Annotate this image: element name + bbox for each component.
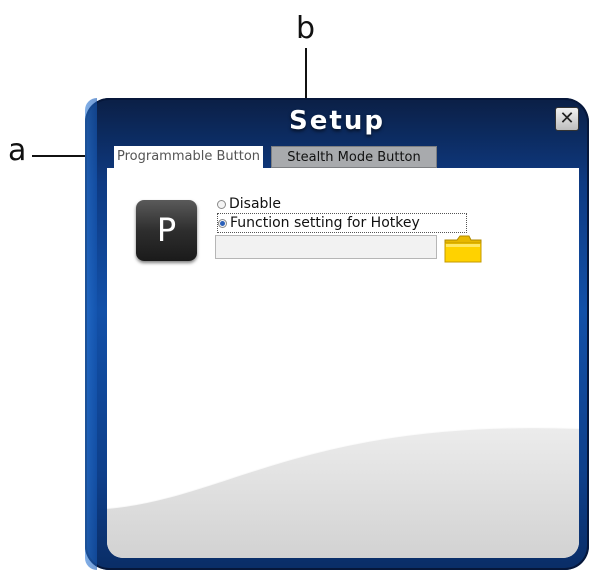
close-button[interactable]: ✕ (555, 107, 579, 131)
callout-a-label: a (8, 133, 27, 168)
window-title: Setup (289, 106, 385, 136)
radio-function-hotkey[interactable]: Function setting for Hotkey (217, 213, 467, 233)
radio-disable-label: Disable (229, 196, 281, 212)
folder-icon[interactable] (443, 234, 483, 264)
radio-function-hotkey-dot[interactable] (218, 218, 227, 228)
radio-function-hotkey-label: Function setting for Hotkey (230, 215, 420, 231)
callout-b-label: b (296, 11, 316, 46)
hotkey-path-input[interactable] (215, 235, 437, 259)
setup-window: Setup ✕ Programmable Button Stealth Mode… (85, 98, 589, 570)
radio-disable[interactable]: Disable (217, 196, 281, 212)
close-icon: ✕ (559, 108, 575, 129)
radio-disable-dot[interactable] (217, 199, 226, 209)
tab-programmable-button[interactable]: Programmable Button (114, 146, 264, 168)
window-edge-glow (85, 98, 97, 570)
background-wave (107, 426, 579, 558)
tab-content-panel: P Disable Function setting for Hotkey (107, 168, 579, 558)
programmable-key-icon: P (136, 200, 197, 261)
tab-stealth-mode-button[interactable]: Stealth Mode Button (271, 146, 437, 168)
